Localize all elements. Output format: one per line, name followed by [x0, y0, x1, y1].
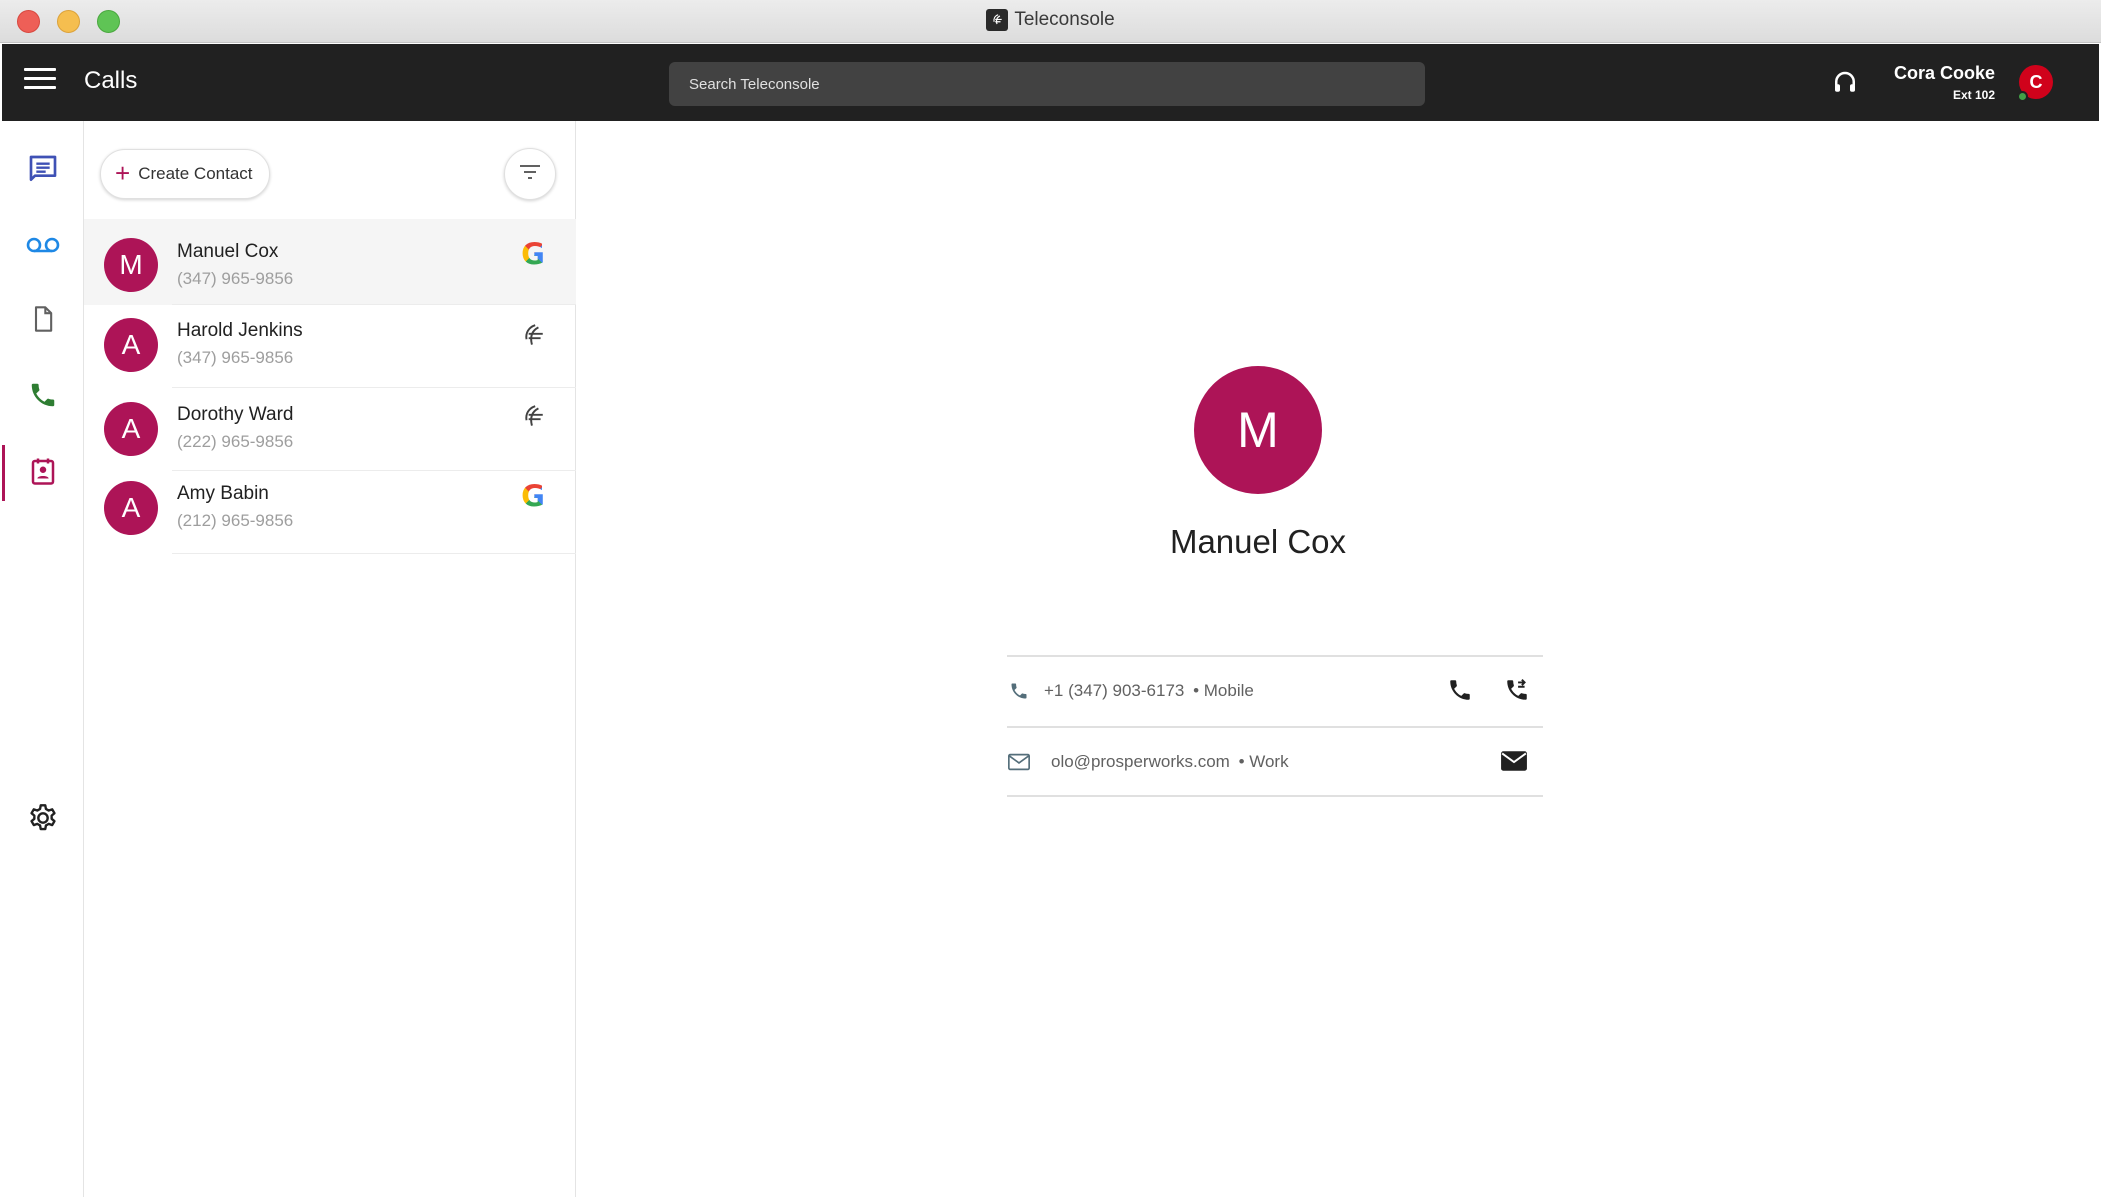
- filter-button[interactable]: [504, 148, 556, 200]
- contact-row[interactable]: M Manuel Cox (347) 965-9856 G: [84, 219, 576, 305]
- contact-avatar: A: [104, 481, 158, 535]
- contact-detail-panel: M Manuel Cox +1 (347) 903-6173 • Mobile: [577, 121, 2099, 1197]
- rail-item-messages[interactable]: [2, 145, 84, 197]
- contact-row[interactable]: A Amy Babin (212) 965-9856 G: [84, 471, 576, 554]
- google-icon: G: [521, 479, 545, 513]
- presence-status-indicator: [2017, 91, 2028, 102]
- call-button[interactable]: [1445, 677, 1475, 707]
- teleconsole-logo-icon: [986, 9, 1009, 31]
- plus-icon: +: [115, 157, 131, 188]
- contact-list: M Manuel Cox (347) 965-9856 G A Harold J…: [84, 219, 576, 554]
- contacts-panel: + Create Contact M Manuel Cox (347) 965-…: [84, 121, 576, 1197]
- hamburger-menu-icon[interactable]: [24, 68, 56, 96]
- search-input[interactable]: [669, 62, 1425, 106]
- create-contact-label: Create Contact: [138, 164, 253, 183]
- divider: [172, 553, 576, 554]
- phone-icon: [1007, 679, 1031, 703]
- contact-phone: (347) 965-9856: [177, 348, 294, 367]
- contact-name: Dorothy Ward: [177, 404, 294, 425]
- phone-forward-icon: [1504, 677, 1530, 708]
- phone-detail: +1 (347) 903-6173 • Mobile: [1044, 681, 1254, 701]
- rail-item-files[interactable]: [2, 295, 84, 347]
- contact-name: Harold Jenkins: [177, 320, 303, 341]
- voicemail-icon: [25, 234, 61, 261]
- contact-avatar: M: [104, 238, 158, 292]
- user-extension: Ext 102: [1952, 88, 1995, 102]
- phone-row: +1 (347) 903-6173 • Mobile: [1007, 655, 1543, 726]
- contact-name: Manuel Cox: [177, 241, 279, 262]
- phone-icon: [1447, 677, 1473, 708]
- nav-rail: [2, 121, 84, 1197]
- mail-icon: [1500, 749, 1528, 778]
- contact-phone: (222) 965-9856: [177, 432, 294, 451]
- file-icon: [29, 304, 57, 339]
- contact-name: Amy Babin: [177, 483, 269, 504]
- window-titlebar: Teleconsole: [0, 0, 2101, 43]
- contact-info-list: +1 (347) 903-6173 • Mobile olo@prosperwo…: [1007, 655, 1543, 797]
- phone-type: • Mobile: [1193, 681, 1254, 700]
- contact-phone: (212) 965-9856: [177, 511, 294, 530]
- gear-icon: [27, 802, 59, 839]
- filter-icon: [519, 163, 541, 186]
- rail-item-contacts[interactable]: [2, 445, 84, 501]
- contact-avatar: A: [104, 318, 158, 372]
- create-contact-button[interactable]: + Create Contact: [100, 149, 270, 199]
- message-icon: [27, 153, 59, 190]
- page-title: Calls: [84, 67, 138, 94]
- user-name[interactable]: Cora Cooke: [1894, 63, 1995, 84]
- headset-icon[interactable]: [1830, 68, 1860, 98]
- phone-icon: [28, 380, 58, 415]
- email-address[interactable]: olo@prosperworks.com: [1051, 752, 1230, 771]
- contact-avatar: A: [104, 402, 158, 456]
- rail-item-calls[interactable]: [2, 371, 84, 423]
- rail-item-voicemail[interactable]: [2, 221, 84, 273]
- teleconsole-logo-icon: [518, 402, 548, 432]
- forward-call-button[interactable]: [1502, 677, 1532, 707]
- contacts-icon: [28, 456, 58, 491]
- window-title-group: Teleconsole: [0, 9, 2101, 31]
- rail-item-settings[interactable]: [2, 794, 84, 846]
- window-title: Teleconsole: [1014, 9, 1115, 30]
- email-row: olo@prosperworks.com • Work: [1007, 726, 1543, 797]
- app-bar: Calls Cora Cooke Ext 102 C: [2, 44, 2099, 121]
- contact-row[interactable]: A Dorothy Ward (222) 965-9856: [84, 388, 576, 471]
- contact-detail-avatar: M: [1194, 366, 1322, 494]
- phone-number[interactable]: +1 (347) 903-6173: [1044, 681, 1184, 700]
- google-icon: G: [521, 237, 545, 271]
- contact-phone: (347) 965-9856: [177, 269, 294, 288]
- email-type: • Work: [1238, 752, 1289, 771]
- teleconsole-logo-icon: [518, 321, 548, 351]
- contact-detail-name: Manuel Cox: [1169, 523, 1347, 560]
- contact-row[interactable]: A Harold Jenkins (347) 965-9856: [84, 305, 576, 388]
- email-detail: olo@prosperworks.com • Work: [1051, 752, 1289, 772]
- send-email-button[interactable]: [1499, 748, 1529, 778]
- mail-outline-icon: [1007, 750, 1031, 774]
